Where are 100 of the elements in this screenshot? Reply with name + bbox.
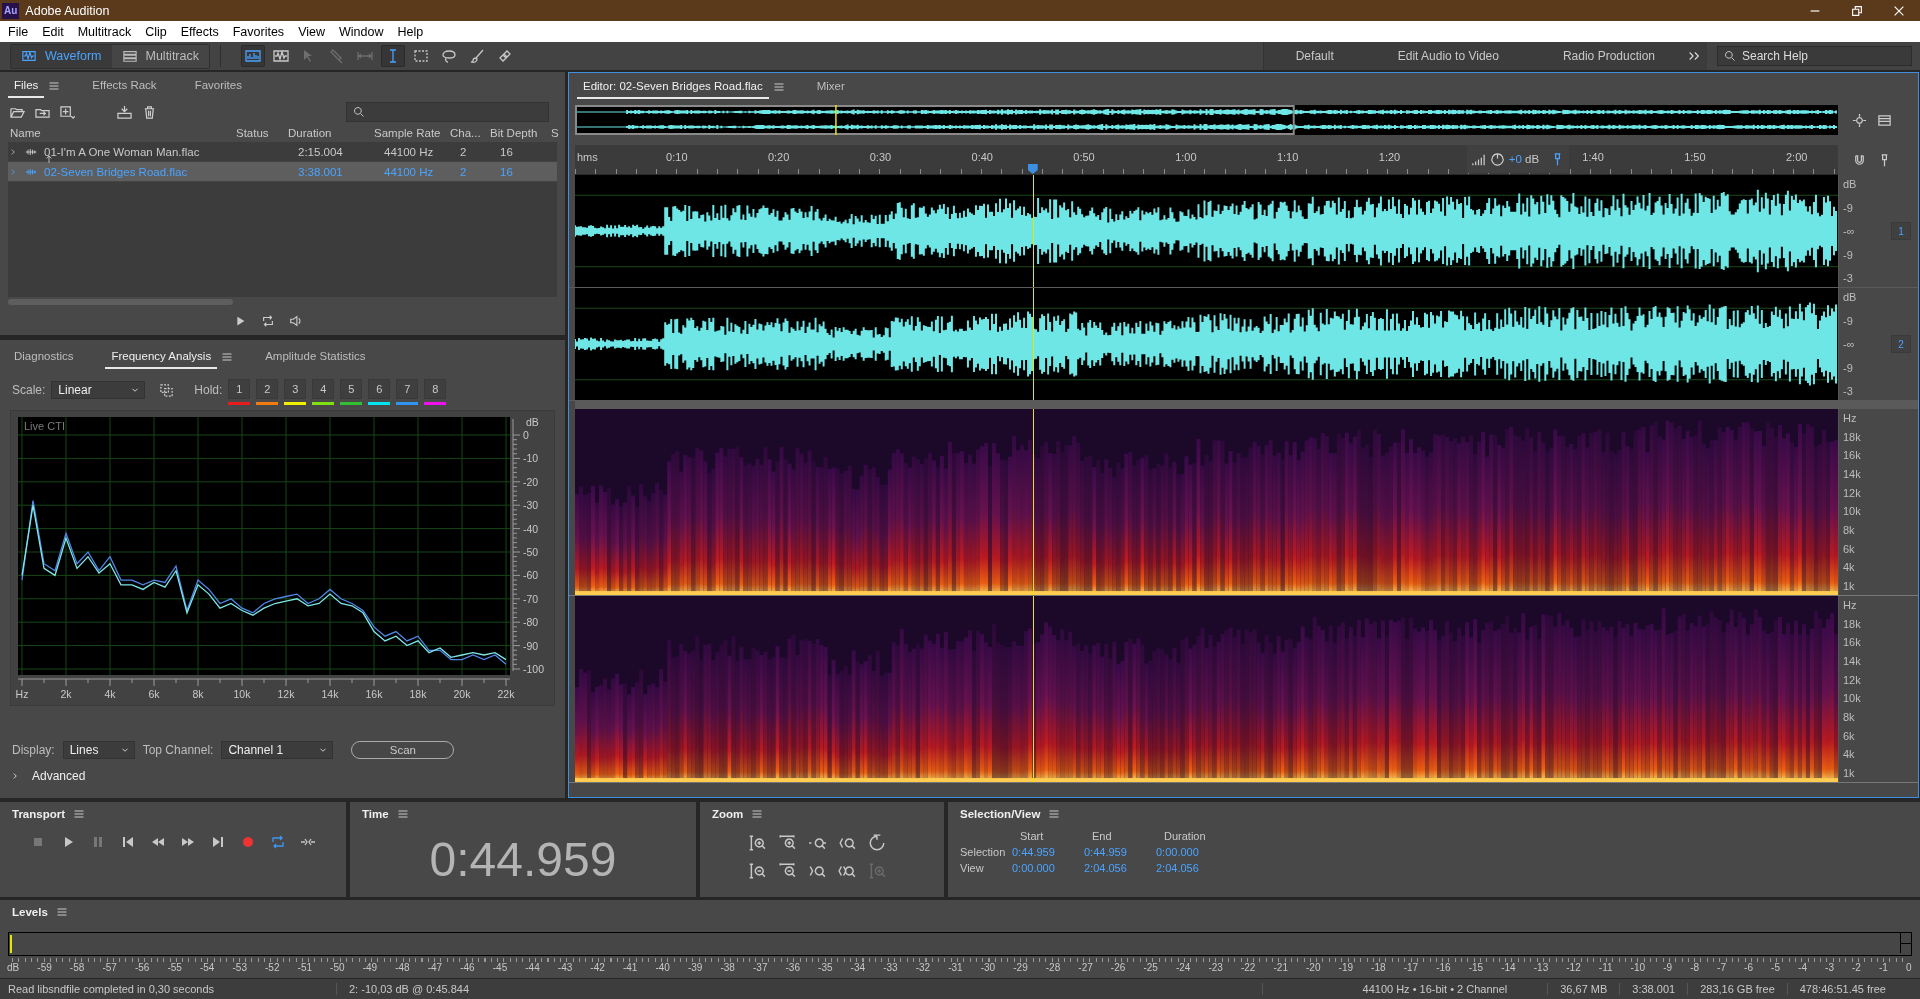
panel-tab[interactable]: Amplitude Statistics [259,345,372,369]
hold-button[interactable]: 4 [312,379,335,399]
hold-button[interactable]: 1 [228,379,251,399]
file-row[interactable]: 01-I'm A One Woman Man.flac 2:15.004 44100 Hz 2 16 [8,142,557,162]
hold-button[interactable]: 7 [396,379,419,399]
time-value[interactable]: 0:44.959 [1012,846,1084,858]
zoom-button[interactable] [748,862,766,880]
overview-waveform[interactable] [575,105,1838,135]
scan-button[interactable]: Scan [351,741,455,759]
hold-button[interactable]: 6 [368,379,391,399]
scale-label: -36 [785,962,800,973]
menu-item[interactable]: Clip [138,24,174,39]
scale-label: 0 [1906,962,1912,973]
channel-badge[interactable]: 1 [1891,222,1911,240]
column-header[interactable]: S [551,127,565,139]
menu-item[interactable]: Favorites [225,24,292,39]
advanced-expander[interactable]: Advanced [0,766,565,786]
menu-item[interactable]: Effects [173,24,226,39]
scale-label: 8k [1843,523,1856,536]
time-value[interactable]: 0:00.000 [1156,846,1228,858]
time-value[interactable]: 0:00.000 [1012,862,1084,874]
panel-tab[interactable]: Mixer [810,75,851,99]
spectrogram-drawing[interactable] [575,596,1838,782]
menu-item[interactable]: Window [332,24,391,39]
hold-button[interactable]: 5 [340,379,363,399]
spectrogram-drawing[interactable] [575,409,1838,595]
channel-dropdown[interactable]: Channel 1 [221,741,334,759]
hold-button[interactable]: 3 [284,379,307,399]
column-header[interactable]: Bit Depth [490,127,551,139]
transport-button[interactable] [270,834,286,850]
hold-button[interactable]: 8 [424,379,447,399]
menu-item[interactable]: Help [390,24,431,39]
mode-tab[interactable]: Waveform [11,44,112,68]
clip-indicator[interactable] [1900,933,1911,953]
menu-icon[interactable] [55,906,68,918]
panel-title: Selection/View [960,808,1041,820]
panel-tab[interactable]: Effects Rack [86,74,163,98]
tool-button[interactable] [381,45,405,67]
magnet-icon[interactable] [1852,152,1867,168]
time-value[interactable]: 2:04.056 [1084,862,1156,874]
playhead-marker[interactable] [1027,164,1038,174]
hold-button[interactable]: 2 [256,379,279,399]
zoom-icon[interactable] [1852,112,1867,128]
axis-label: -80 [523,616,539,629]
menu-icon[interactable] [48,80,61,92]
tool-button[interactable] [241,45,265,67]
column-header[interactable]: Duration [288,127,374,139]
search-field[interactable]: Search Help [1717,46,1912,66]
menu-icon[interactable] [73,808,86,820]
speaker-icon[interactable] [288,314,303,328]
menu-item[interactable]: View [291,24,332,39]
display-dropdown[interactable]: Lines [62,741,135,759]
scale-label: -34 [850,962,866,973]
panel-tab[interactable]: Editor: 02-Seven Bridges Road.flac [577,75,769,99]
loop-icon[interactable] [260,314,275,328]
new-file-icon[interactable] [60,104,75,120]
trash-icon[interactable] [142,104,157,120]
chevrons-icon[interactable] [1687,49,1701,63]
zoom-button[interactable] [778,862,796,880]
scale-label: -20 [1306,962,1321,973]
panel-tab[interactable]: Diagnostics [8,345,80,369]
workspace-tab[interactable]: Edit Audio to Video [1365,49,1531,63]
column-header[interactable]: Status [236,127,288,139]
column-header[interactable]: Sample Rate [374,127,450,139]
restore-icon[interactable] [1850,3,1864,18]
scale-label: -21 [1273,962,1288,973]
time-value[interactable]: 0:44.959 [1084,846,1156,858]
column-header[interactable]: Cha... [450,127,490,139]
search-field[interactable] [346,102,549,122]
channel-badge[interactable]: 2 [1891,335,1911,353]
scale-label: -14 [1501,962,1516,973]
transport-button[interactable] [120,834,136,850]
menu-icon[interactable] [772,81,785,93]
knob-icon[interactable] [1489,151,1505,167]
transport-button[interactable] [210,834,226,850]
menu-item[interactable]: File [1,24,36,39]
list-icon[interactable] [1877,112,1892,128]
menu-item[interactable]: Edit [35,24,71,39]
zoom-button[interactable] [778,834,796,852]
panel-tab[interactable]: Favorites [188,74,248,98]
zoom-button[interactable] [748,834,766,852]
gain-value[interactable]: +0 dB [1508,153,1540,165]
menu-icon[interactable] [1048,808,1061,820]
scale-label: -32 [915,962,931,973]
panel-tab[interactable]: Frequency Analysis [105,345,218,369]
menu-item[interactable]: Multitrack [70,24,139,39]
time-ruler[interactable]: hms 0:10 0:20 0:30 0:40 0:50 1:00 1:10 1:20 +0 dB 1:40 1:50 2:00 [575,145,1838,175]
time-value[interactable]: 2:04.056 [1156,862,1228,874]
workspace-tab[interactable]: Radio Production [1530,49,1687,63]
menu-icon[interactable] [221,351,234,363]
menu-icon[interactable] [751,808,764,820]
ruler-label: 0:30 [869,151,892,163]
overlay-icon[interactable] [159,382,175,398]
workspace-tab[interactable]: Default [1263,49,1366,63]
scale-dropdown[interactable]: Linear [51,381,146,399]
scale-label: -10 [1630,962,1646,973]
panel-tab[interactable]: Files [8,74,45,98]
column-header[interactable]: Name [10,127,236,139]
insert-icon[interactable] [117,104,132,120]
menu-icon[interactable] [396,808,409,820]
